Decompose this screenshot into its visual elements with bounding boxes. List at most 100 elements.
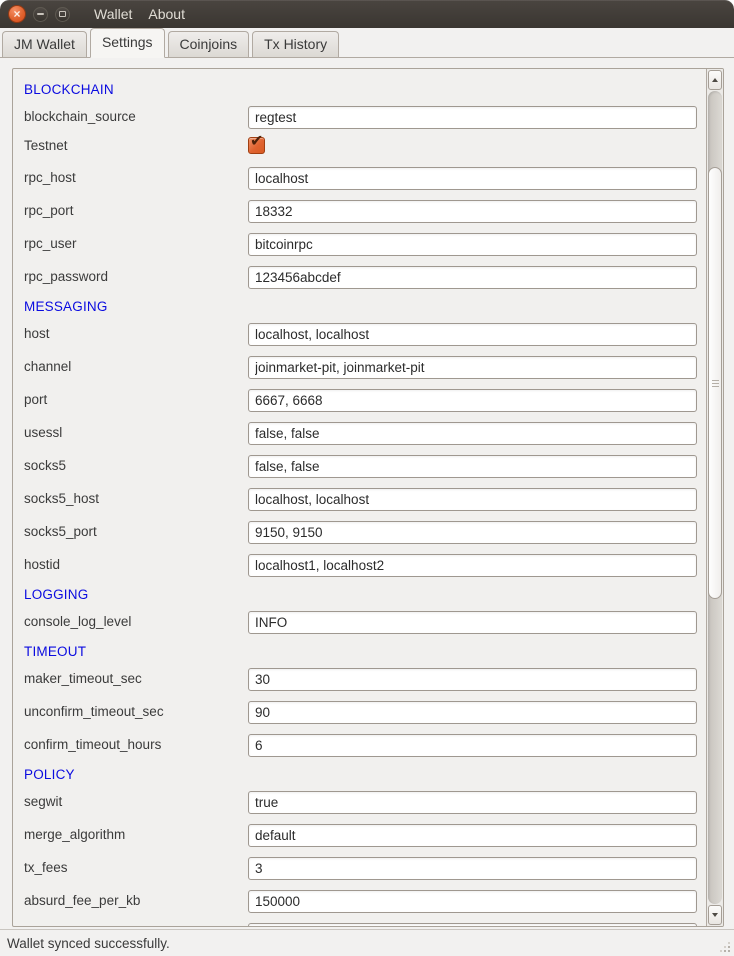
scrollbar-track[interactable] [708, 91, 722, 904]
scrollbar-thumb[interactable] [708, 167, 722, 599]
field-label: merge_algorithm [24, 819, 248, 842]
field-label: rpc_host [24, 162, 248, 185]
check-icon: ✔ [250, 131, 263, 150]
input-socks5[interactable] [248, 455, 697, 478]
field-row: tx_fees [24, 852, 698, 885]
scrollbar-up-button[interactable] [708, 70, 722, 90]
field-row: socks5_host [24, 483, 698, 516]
input-port[interactable] [248, 389, 697, 412]
input-segwit[interactable] [248, 791, 697, 814]
input-unconfirm-timeout-sec[interactable] [248, 701, 697, 724]
close-button[interactable]: × [8, 5, 26, 23]
field-label: hostid [24, 549, 248, 572]
field-row: merge_algorithm [24, 819, 698, 852]
field-label: rpc_user [24, 228, 248, 251]
field-label: console_log_level [24, 606, 248, 629]
section-header-messaging: MESSAGING [24, 294, 698, 318]
input-tx-fees[interactable] [248, 857, 697, 880]
down-arrow-icon [712, 913, 718, 917]
field-label: host [24, 318, 248, 341]
up-arrow-icon [712, 78, 718, 82]
settings-frame: BLOCKCHAINblockchain_source Testnet✔rpc_h… [12, 68, 724, 927]
field-label: Testnet [24, 134, 248, 153]
testnet-checkbox[interactable]: ✔ [248, 137, 265, 154]
field-label: socks5_host [24, 483, 248, 506]
field-row: port [24, 384, 698, 417]
input-partial[interactable] [248, 923, 697, 926]
input-channel[interactable] [248, 356, 697, 379]
input-absurd-fee-per-kb[interactable] [248, 890, 697, 913]
input-blockchain-source[interactable] [248, 106, 697, 129]
field-row: hostid [24, 549, 698, 582]
field-row: usessl [24, 417, 698, 450]
field-label: port [24, 384, 248, 407]
section-header-policy: POLICY [24, 762, 698, 786]
field-label: blockchain_source [24, 101, 248, 124]
minimize-icon [37, 13, 44, 15]
field-label: tx_fees [24, 852, 248, 875]
minimize-button[interactable] [33, 7, 48, 22]
field-row: maker_timeout_sec [24, 663, 698, 696]
scrollbar[interactable] [706, 69, 723, 926]
field-row: absurd_fee_per_kb [24, 885, 698, 918]
input-rpc-user[interactable] [248, 233, 697, 256]
settings-viewport: BLOCKCHAINblockchain_source Testnet✔rpc_h… [13, 69, 706, 926]
field-row: blockchain_source [24, 101, 698, 134]
grip-icon [712, 380, 719, 381]
menu-item-about[interactable]: About [140, 0, 193, 28]
scrollbar-down-button[interactable] [708, 905, 722, 925]
input-host[interactable] [248, 323, 697, 346]
grip-icon [712, 386, 719, 387]
tab-coinjoins[interactable]: Coinjoins [168, 31, 250, 57]
input-confirm-timeout-hours[interactable] [248, 734, 697, 757]
field-row: socks5 [24, 450, 698, 483]
input-socks5-port[interactable] [248, 521, 697, 544]
input-rpc-password[interactable] [248, 266, 697, 289]
settings-form: BLOCKCHAINblockchain_source Testnet✔rpc_h… [13, 69, 706, 926]
field-label: rpc_port [24, 195, 248, 218]
field-row: rpc_password [24, 261, 698, 294]
field-label: rpc_password [24, 261, 248, 284]
close-icon: × [13, 9, 20, 19]
maximize-button[interactable] [55, 7, 70, 22]
field-row: console_log_level [24, 606, 698, 639]
section-header-blockchain: BLOCKCHAIN [24, 77, 698, 101]
input-hostid[interactable] [248, 554, 697, 577]
field-label: socks5_port [24, 516, 248, 539]
input-usessl[interactable] [248, 422, 697, 445]
field-row: rpc_user [24, 228, 698, 261]
field-label: maker_timeout_sec [24, 663, 248, 686]
menu-item-wallet[interactable]: Wallet [86, 0, 140, 28]
status-bar: Wallet synced successfully. [0, 929, 734, 956]
input-maker-timeout-sec[interactable] [248, 668, 697, 691]
input-merge-algorithm[interactable] [248, 824, 697, 847]
field-row: segwit [24, 786, 698, 819]
maximize-icon [59, 11, 66, 17]
settings-pane: BLOCKCHAINblockchain_source Testnet✔rpc_h… [0, 58, 734, 929]
input-socks5-host[interactable] [248, 488, 697, 511]
title-bar: × Wallet About [0, 0, 734, 28]
field-row: host [24, 318, 698, 351]
field-row [24, 918, 698, 926]
field-label: socks5 [24, 450, 248, 473]
input-rpc-port[interactable] [248, 200, 697, 223]
field-row: channel [24, 351, 698, 384]
field-row: unconfirm_timeout_sec [24, 696, 698, 729]
field-label: usessl [24, 417, 248, 440]
resize-grip-icon[interactable] [720, 942, 730, 952]
field-row: rpc_port [24, 195, 698, 228]
field-label: segwit [24, 786, 248, 809]
input-console-log-level[interactable] [248, 611, 697, 634]
field-row: rpc_host [24, 162, 698, 195]
field-label: confirm_timeout_hours [24, 729, 248, 752]
field-row: confirm_timeout_hours [24, 729, 698, 762]
input-rpc-host[interactable] [248, 167, 697, 190]
menu-bar: Wallet About [86, 0, 193, 28]
field-label: unconfirm_timeout_sec [24, 696, 248, 719]
tab-jm-wallet[interactable]: JM Wallet [2, 31, 87, 57]
grip-icon [712, 383, 719, 384]
field-label: absurd_fee_per_kb [24, 885, 248, 908]
tab-settings[interactable]: Settings [90, 28, 165, 58]
app-window: × Wallet About JM WalletSettingsCoinjoin… [0, 0, 734, 956]
tab-tx-history[interactable]: Tx History [252, 31, 339, 57]
